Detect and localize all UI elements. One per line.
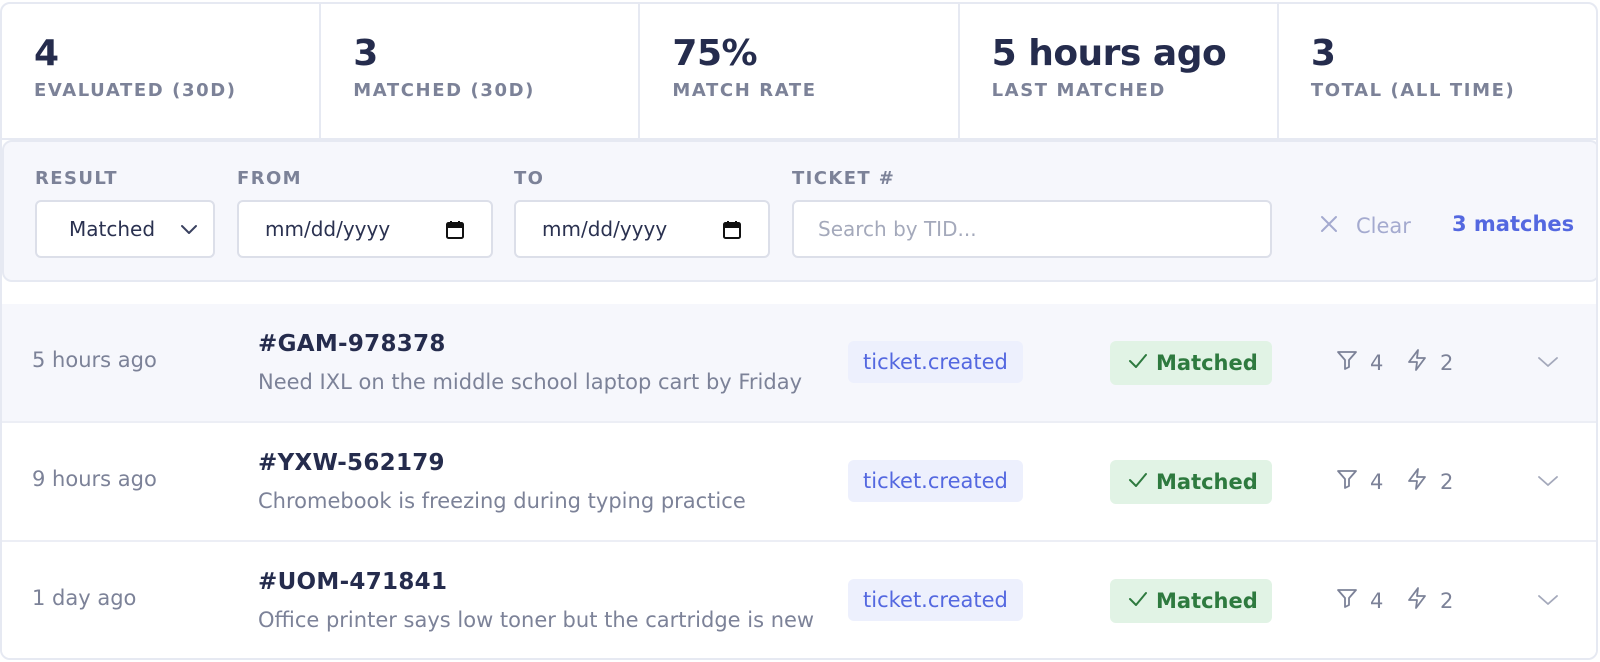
actions-value: 2 (1440, 469, 1454, 494)
row-time: 9 hours ago (32, 467, 157, 491)
to-filter-label: TO (514, 168, 545, 189)
status-badge: Matched (1110, 460, 1272, 504)
actions-count: 2 (1406, 468, 1453, 495)
ticket-search-placeholder: Search by TID... (818, 217, 977, 241)
ticket-filter-label: TICKET # (792, 168, 896, 189)
result-select[interactable]: Matched (35, 200, 215, 258)
actions-value: 2 (1440, 350, 1454, 375)
conditions-value: 4 (1370, 350, 1384, 375)
filter-bar: RESULT Matched FROM mm/dd/yyyy TO mm/dd/… (2, 140, 1596, 282)
filter-icon (1336, 349, 1358, 376)
to-date-value: mm/dd/yyyy (542, 217, 668, 241)
calendar-icon[interactable] (445, 220, 465, 245)
table-row[interactable]: 1 day ago #UOM-471841 Office printer say… (2, 542, 1596, 658)
close-icon (1320, 214, 1338, 238)
actions-count: 2 (1406, 349, 1453, 376)
stat-label: LAST MATCHED (991, 80, 1166, 101)
status-badge: Matched (1110, 579, 1272, 623)
stat-matched: 3 MATCHED (30D) (321, 4, 641, 138)
row-time: 5 hours ago (32, 348, 157, 372)
stat-value: 3 (1310, 33, 1336, 74)
stat-evaluated: 4 EVALUATED (30D) (2, 4, 322, 138)
row-time: 1 day ago (32, 586, 137, 610)
chevron-down-icon[interactable] (1538, 354, 1558, 374)
stat-value: 3 (353, 33, 378, 74)
status-badge: Matched (1110, 341, 1272, 385)
ticket-description: Chromebook is freezing during typing pra… (258, 489, 746, 513)
lightning-icon (1406, 468, 1428, 495)
lightning-icon (1406, 587, 1428, 614)
clear-filters-button[interactable]: Clear (1320, 214, 1411, 238)
conditions-value: 4 (1370, 588, 1384, 613)
stat-match-rate: 75% MATCH RATE (640, 4, 960, 138)
check-icon (1128, 351, 1148, 376)
stat-label: MATCHED (30D) (353, 80, 535, 101)
event-badge: ticket.created (848, 341, 1023, 383)
status-label: Matched (1156, 589, 1258, 613)
stat-label: TOTAL (ALL TIME) (1310, 80, 1516, 101)
stats-bar: 4 EVALUATED (30D) 3 MATCHED (30D) 75% MA… (2, 4, 1596, 140)
actions-value: 2 (1440, 588, 1454, 613)
ticket-description: Office printer says low toner but the ca… (258, 608, 815, 632)
rule-activity-panel: 4 EVALUATED (30D) 3 MATCHED (30D) 75% MA… (0, 2, 1598, 660)
stat-value: 5 hours ago (991, 33, 1227, 74)
conditions-value: 4 (1370, 469, 1384, 494)
actions-count: 2 (1406, 587, 1453, 614)
clear-label: Clear (1356, 214, 1411, 238)
ticket-number: #YXW-562179 (258, 450, 445, 476)
from-filter-label: FROM (237, 168, 302, 189)
ticket-number: #GAM-978378 (258, 331, 446, 357)
stat-label: MATCH RATE (672, 80, 817, 101)
event-badge: ticket.created (848, 579, 1023, 621)
to-date-input[interactable]: mm/dd/yyyy (514, 200, 770, 258)
chevron-down-icon[interactable] (1538, 592, 1558, 612)
lightning-icon (1406, 349, 1428, 376)
status-label: Matched (1156, 351, 1258, 375)
ticket-number: #UOM-471841 (258, 569, 448, 595)
check-icon (1128, 470, 1148, 495)
from-date-value: mm/dd/yyyy (265, 217, 391, 241)
chevron-down-icon[interactable] (1538, 473, 1558, 493)
status-label: Matched (1156, 470, 1258, 494)
ticket-search-input[interactable]: Search by TID... (792, 200, 1272, 258)
from-date-input[interactable]: mm/dd/yyyy (237, 200, 493, 258)
stat-label: EVALUATED (30D) (34, 80, 237, 101)
ticket-description: Need IXL on the middle school laptop car… (258, 370, 803, 394)
result-select-value: Matched (69, 217, 156, 241)
conditions-count: 4 (1336, 468, 1383, 495)
check-icon (1128, 589, 1148, 614)
calendar-icon[interactable] (722, 220, 742, 245)
event-badge: ticket.created (848, 460, 1023, 502)
result-filter-label: RESULT (35, 168, 118, 189)
table-row[interactable]: 9 hours ago #YXW-562179 Chromebook is fr… (2, 423, 1596, 542)
filter-icon (1336, 468, 1358, 495)
filter-icon (1336, 587, 1358, 614)
stat-total: 3 TOTAL (ALL TIME) (1279, 4, 1596, 138)
conditions-count: 4 (1336, 349, 1383, 376)
chevron-down-icon (179, 219, 199, 244)
stat-last-matched: 5 hours ago LAST MATCHED (960, 4, 1279, 138)
table-row[interactable]: 5 hours ago #GAM-978378 Need IXL on the … (2, 304, 1596, 423)
stat-value: 75% (672, 33, 758, 74)
match-count: 3 matches (1452, 212, 1575, 236)
activity-list: 5 hours ago #GAM-978378 Need IXL on the … (2, 304, 1596, 658)
stat-value: 4 (34, 33, 59, 74)
conditions-count: 4 (1336, 587, 1383, 614)
